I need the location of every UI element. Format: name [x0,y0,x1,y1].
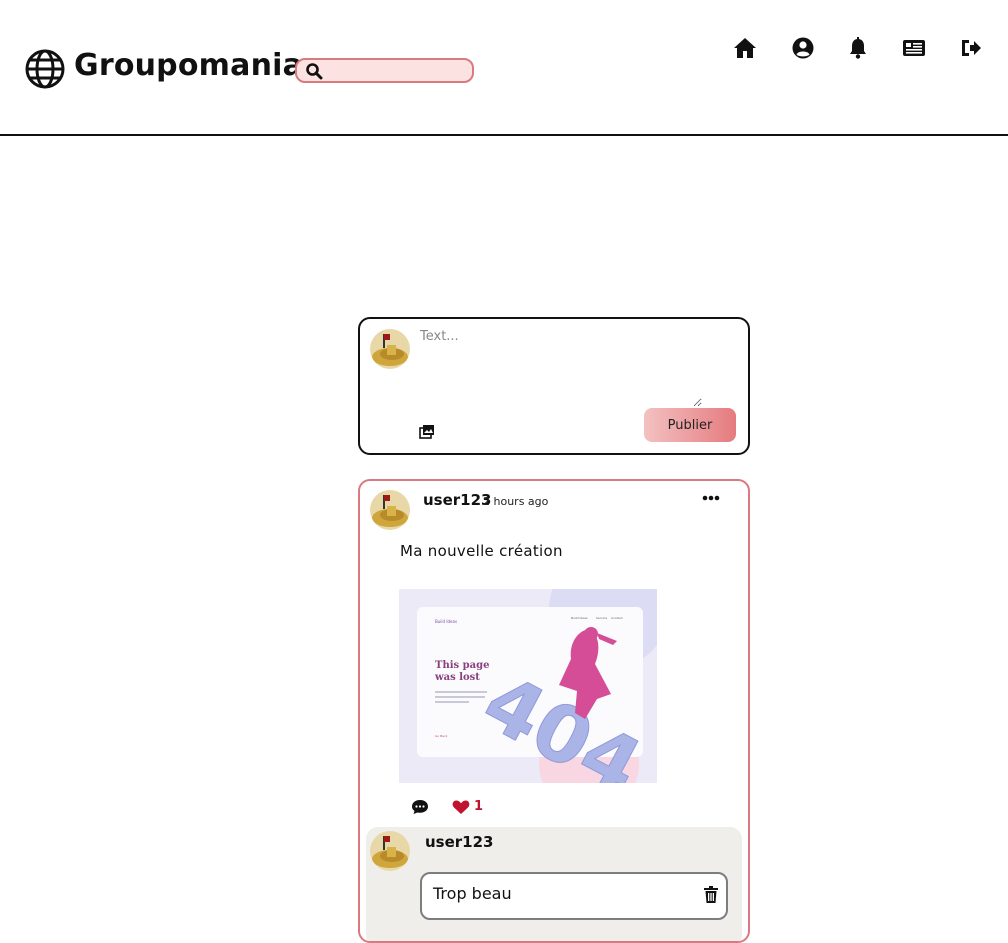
nav-notifications[interactable] [846,36,870,60]
comment-text: Trop beau [433,884,512,903]
image-nav-3: Contact [611,616,623,620]
trash-icon[interactable] [704,886,718,903]
publish-button[interactable]: Publier [644,408,736,442]
image-back-link: Go Back [435,734,448,738]
avatar [370,329,410,369]
home-icon [734,38,756,58]
post-composer: Publier [358,317,750,455]
comment-author[interactable]: user123 [425,833,494,851]
images-icon[interactable] [419,424,435,440]
comment: user123 Trop beau [366,827,742,941]
post-image[interactable]: Build Ideas Build Ideas Service Contact … [399,589,657,783]
avatar [370,490,410,530]
comment-icon[interactable] [411,799,429,815]
post-author[interactable]: user123 [423,491,492,509]
nav-home[interactable] [733,36,757,60]
nav-feed[interactable] [902,36,926,60]
avatar [370,831,410,871]
more-options-icon[interactable] [702,495,720,501]
bell-icon [850,37,866,59]
post-text-input[interactable] [418,327,702,407]
logout-icon [962,40,981,56]
image-title-1: This page [435,660,489,671]
globe-icon [25,49,65,89]
image-title-2: was lost [434,672,480,683]
image-brand: Build Ideas [435,619,457,624]
comment-bubble: Trop beau [420,872,728,920]
header: Groupomania [0,0,1008,136]
search-bar[interactable] [295,58,474,83]
search-input[interactable] [327,61,466,81]
image-nav-1: Build Ideas [571,616,588,620]
brand-name[interactable]: Groupomania [74,48,303,83]
post-timestamp: 2 hours ago [483,495,549,508]
like-count: 1 [474,799,484,814]
search-icon [306,63,323,80]
nav-profile[interactable] [791,36,815,60]
heart-icon[interactable] [452,799,470,815]
user-circle-icon [792,37,814,59]
image-nav-2: Service [596,616,607,620]
post-text: Ma nouvelle création [400,542,563,560]
newspaper-icon [903,40,925,56]
post-card: user123 2 hours ago Ma nouvelle création… [358,479,750,943]
nav-logout[interactable] [959,36,983,60]
